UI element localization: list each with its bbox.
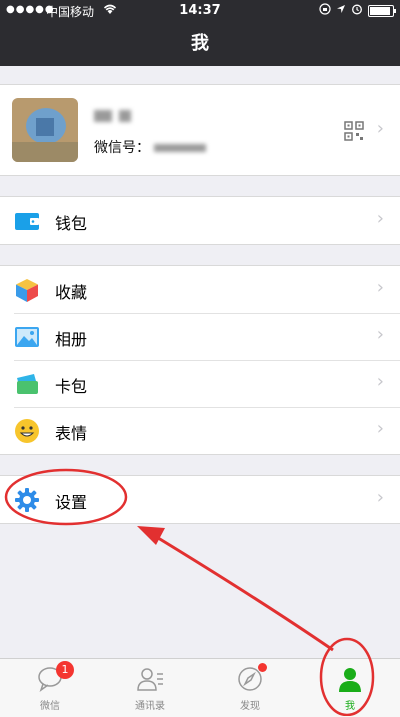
wechat-id-label: 微信号： bbox=[94, 140, 150, 156]
cards-icon bbox=[14, 371, 40, 397]
arrow-head bbox=[137, 526, 165, 545]
menu-label: 钱包 bbox=[55, 214, 88, 233]
gear-icon bbox=[14, 487, 40, 513]
chevron-right-icon: › bbox=[376, 487, 384, 508]
tab-bar: 1 微信 通讯录 发现 我 bbox=[0, 658, 400, 717]
tab-me[interactable]: 我 bbox=[300, 659, 400, 717]
contacts-icon bbox=[136, 665, 164, 693]
menu-label: 卡包 bbox=[55, 377, 88, 396]
content-group: 收藏 › 相册 › 卡包 › 表情 › bbox=[0, 265, 400, 455]
location-icon bbox=[336, 4, 346, 17]
chevron-right-icon: › bbox=[376, 277, 384, 298]
wallet-group: 钱包 › bbox=[0, 196, 400, 245]
settings-group: 设置 › bbox=[0, 475, 400, 524]
smiley-icon bbox=[14, 418, 40, 444]
menu-item-stickers[interactable]: 表情 › bbox=[0, 407, 400, 454]
menu-label: 相册 bbox=[55, 330, 88, 349]
menu-label: 设置 bbox=[55, 493, 88, 512]
tab-contacts[interactable]: 通讯录 bbox=[100, 659, 200, 717]
wallet-icon bbox=[14, 208, 40, 234]
chevron-right-icon: › bbox=[376, 371, 384, 392]
profile-card[interactable]: 微信号： › bbox=[0, 84, 400, 176]
chevron-right-icon: › bbox=[376, 324, 384, 345]
menu-item-cards[interactable]: 卡包 › bbox=[0, 360, 400, 407]
qr-code-icon[interactable] bbox=[344, 121, 364, 145]
battery-icon bbox=[368, 4, 396, 17]
tab-label: 微信 bbox=[40, 701, 60, 712]
person-icon bbox=[336, 665, 364, 693]
tab-label: 发现 bbox=[240, 701, 260, 712]
alarm-icon bbox=[351, 3, 363, 18]
album-image-icon bbox=[14, 324, 40, 350]
tab-label: 通讯录 bbox=[135, 701, 165, 712]
unread-badge: 1 bbox=[56, 661, 74, 679]
tab-chats[interactable]: 1 微信 bbox=[0, 659, 100, 717]
menu-label: 表情 bbox=[55, 424, 88, 443]
chevron-right-icon: › bbox=[376, 118, 384, 139]
menu-item-wallet[interactable]: 钱包 › bbox=[0, 197, 400, 244]
wechat-id: 微信号： bbox=[94, 137, 207, 157]
menu-item-album[interactable]: 相册 › bbox=[0, 313, 400, 360]
avatar[interactable] bbox=[12, 98, 78, 162]
tab-label: 我 bbox=[345, 701, 355, 712]
tab-discover[interactable]: 发现 bbox=[200, 659, 300, 717]
favorites-cube-icon bbox=[14, 277, 40, 303]
menu-item-settings[interactable]: 设置 › bbox=[0, 476, 400, 523]
page-title: 我 bbox=[0, 22, 400, 66]
menu-item-favorites[interactable]: 收藏 › bbox=[0, 266, 400, 313]
menu-label: 收藏 bbox=[55, 283, 88, 302]
new-content-dot bbox=[258, 663, 267, 672]
chevron-right-icon: › bbox=[376, 208, 384, 229]
chevron-right-icon: › bbox=[376, 418, 384, 439]
profile-name bbox=[94, 105, 132, 124]
status-bar: ●●●●● 中国移动 14:37 bbox=[0, 0, 400, 22]
arrow-shaft bbox=[149, 531, 334, 652]
rotation-lock-icon bbox=[319, 3, 331, 18]
